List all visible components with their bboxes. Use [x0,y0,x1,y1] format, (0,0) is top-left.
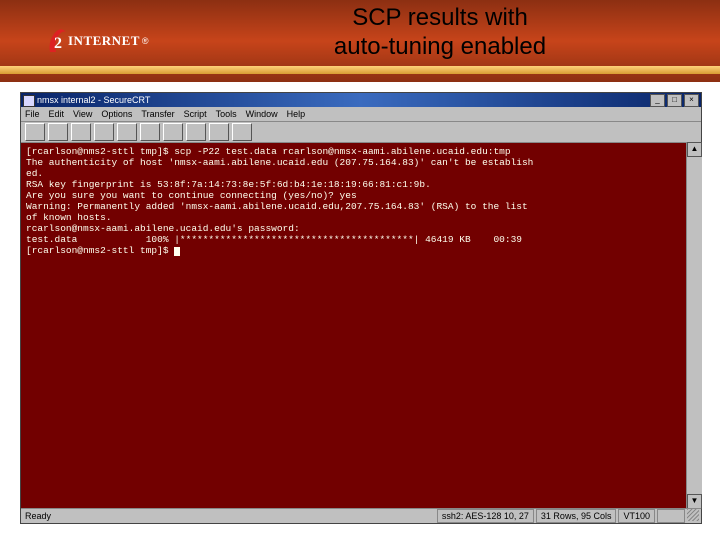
internet2-logo-mark: 2 [46,28,68,54]
minimize-button[interactable]: _ [650,94,665,107]
menu-options[interactable]: Options [101,109,132,119]
scroll-up-icon[interactable]: ▲ [687,142,702,157]
slide-title-line2: auto-tuning enabled [334,33,546,60]
slide-banner: 2 INTERNET ® SCP results with auto-tunin… [0,0,720,82]
terminal-cursor [174,247,180,256]
statusbar: Ready ssh2: AES-128 10, 27 31 Rows, 95 C… [21,508,701,523]
toolbar-reconnect-icon[interactable] [71,123,91,141]
logo-text: INTERNET [68,33,140,49]
svg-text:2: 2 [54,35,62,52]
toolbar-print-icon[interactable] [186,123,206,141]
status-cipher: ssh2: AES-128 10, 27 [437,509,534,523]
toolbar [21,122,701,143]
menu-edit[interactable]: Edit [49,109,65,119]
terminal[interactable]: [rcarlson@nms2-sttl tmp]$ scp -P22 test.… [21,143,701,508]
toolbar-quickconnect-icon[interactable] [48,123,68,141]
vertical-scrollbar[interactable]: ▲ ▼ [686,142,702,509]
window-title: nmsx internal2 - SecureCRT [37,95,150,105]
maximize-button[interactable]: □ [667,94,682,107]
toolbar-settings-icon[interactable] [209,123,229,141]
close-button[interactable]: × [684,94,699,107]
internet2-logo: 2 INTERNET ® [46,28,149,54]
menubar: File Edit View Options Transfer Script T… [21,107,701,122]
toolbar-paste-icon[interactable] [140,123,160,141]
titlebar[interactable]: nmsx internal2 - SecureCRT _ □ × [21,93,701,107]
menu-window[interactable]: Window [246,109,278,119]
toolbar-disconnect-icon[interactable] [94,123,114,141]
menu-help[interactable]: Help [287,109,306,119]
menu-tools[interactable]: Tools [216,109,237,119]
toolbar-copy-icon[interactable] [117,123,137,141]
securecrt-window: nmsx internal2 - SecureCRT _ □ × File Ed… [20,92,702,524]
menu-transfer[interactable]: Transfer [141,109,174,119]
slide-title-line1: SCP results with [352,4,528,31]
status-blank [657,509,685,523]
status-rows-cols: 31 Rows, 95 Cols [536,509,617,523]
status-emulation: VT100 [618,509,655,523]
status-ready: Ready [25,511,51,521]
toolbar-connect-icon[interactable] [25,123,45,141]
logo-registered: ® [142,36,149,46]
slide-title: SCP results with auto-tuning enabled [220,4,660,62]
toolbar-find-icon[interactable] [163,123,183,141]
resize-grip-icon[interactable] [687,509,699,521]
menu-view[interactable]: View [73,109,92,119]
menu-script[interactable]: Script [184,109,207,119]
titlebar-app-icon [23,95,35,107]
toolbar-help-icon[interactable] [232,123,252,141]
menu-file[interactable]: File [25,109,40,119]
scroll-down-icon[interactable]: ▼ [687,494,702,509]
